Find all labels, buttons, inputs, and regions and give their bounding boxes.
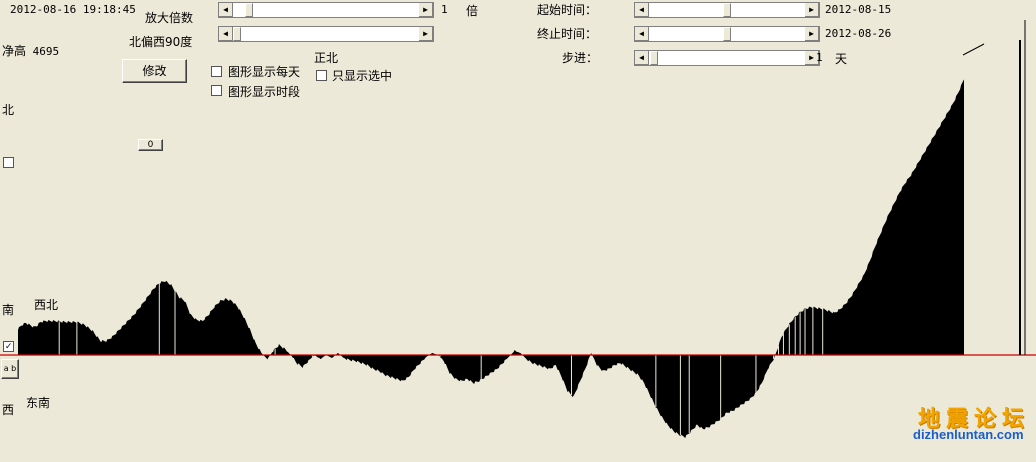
trend-tail-line [962,43,985,56]
compass-south-label: 南 [2,303,15,317]
profile-bars [18,79,964,438]
chart-toggle-checkbox[interactable]: ✓ [3,341,14,352]
compass-west-label: 西 [2,403,15,417]
watermark-url: dizhenluntan.com [913,427,1024,442]
compass-southeast-label: 东南 [26,396,51,410]
elevation-profile-chart [0,20,1036,438]
profile-area [18,79,964,438]
compass-northwest-label: 西北 [34,298,59,312]
ab-button[interactable]: a b [1,359,19,379]
